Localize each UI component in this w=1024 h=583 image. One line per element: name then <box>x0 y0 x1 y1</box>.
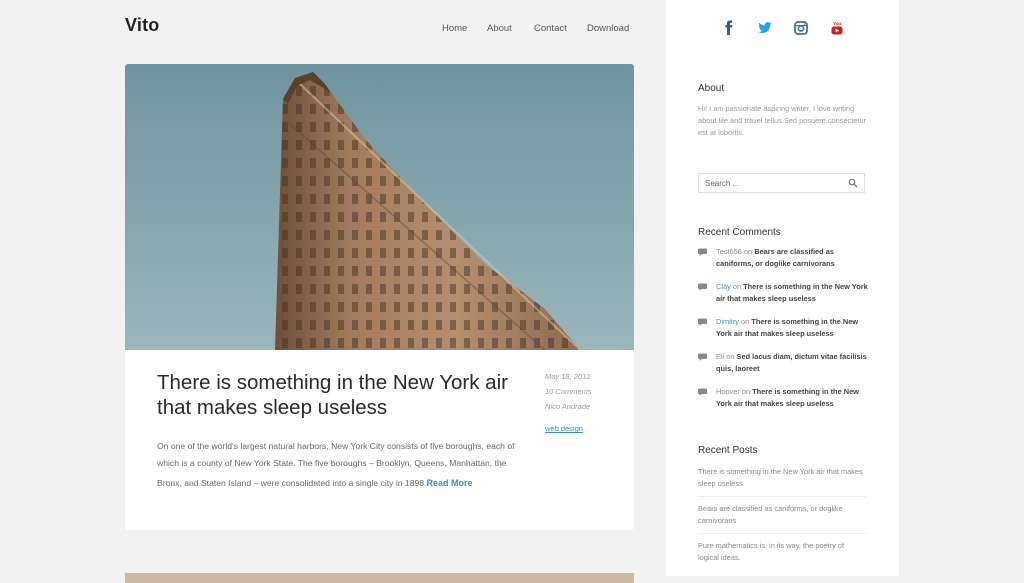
about-widget-title: About <box>698 83 725 94</box>
sidebar: You About Hi! I am passionate aspiring w… <box>666 0 899 576</box>
nav-home[interactable]: Home <box>442 23 467 34</box>
recent-comment-item: Dimitry on There is something in the New… <box>698 316 873 351</box>
search-icon[interactable] <box>848 178 858 188</box>
recent-post-item[interactable]: There is something in the New York air t… <box>698 465 866 497</box>
post-category[interactable]: web design <box>545 422 592 437</box>
comment-icon <box>698 283 707 291</box>
nav-download[interactable]: Download <box>587 23 629 34</box>
post-author[interactable]: Nico Andrade <box>545 400 592 415</box>
search-box <box>698 173 865 193</box>
recent-comments-list: Test656 on Bears are classified as canif… <box>698 246 873 421</box>
post-featured-image[interactable] <box>125 64 634 350</box>
recent-comment-item: Eli on Sed lacus diam, dictum vitae faci… <box>698 351 873 386</box>
nav-about[interactable]: About <box>487 23 512 34</box>
post-date[interactable]: May 18, 2012 <box>545 370 592 385</box>
recent-comment-item: Test656 on Bears are classified as canif… <box>698 246 873 281</box>
recent-post-item[interactable]: Bears are classified as caniforms, or do… <box>698 497 866 534</box>
comment-post-link[interactable]: Sed lacus diam, dictum vitae facilisis q… <box>716 352 867 373</box>
comment-on: on <box>739 317 752 326</box>
comment-on: on <box>724 352 737 361</box>
post-excerpt-text: On one of the world's largest natural ha… <box>157 441 515 468</box>
search-input[interactable] <box>699 174 851 192</box>
comment-icon <box>698 353 707 361</box>
post-title[interactable]: There is something in the New York air t… <box>157 370 527 420</box>
comment-icon <box>698 248 707 256</box>
site-title[interactable]: Vito <box>125 15 159 36</box>
instagram-icon[interactable] <box>793 20 809 36</box>
comment-author[interactable]: Test656 <box>716 247 742 256</box>
about-widget-text: Hi! I am passionate aspiring writer, I l… <box>698 104 867 137</box>
recent-comment-item: Clay on There is something in the New Yo… <box>698 281 873 316</box>
facebook-icon[interactable] <box>721 20 737 36</box>
read-more-link[interactable]: Read More <box>426 478 472 488</box>
recent-post-item[interactable]: Pure mathematics is, in its way, the poe… <box>698 534 866 570</box>
post-card: There is something in the New York air t… <box>125 64 634 530</box>
recent-posts-title: Recent Posts <box>698 445 758 456</box>
comment-author[interactable]: Dimitry <box>716 317 739 326</box>
comment-author[interactable]: Eli <box>716 352 724 361</box>
comment-on: on <box>739 387 753 396</box>
svg-text:You: You <box>833 21 841 26</box>
post-excerpt: On one of the world's largest natural ha… <box>157 438 517 492</box>
twitter-icon[interactable] <box>757 20 773 36</box>
recent-comment-item: Hoover on There is something in the New … <box>698 386 873 421</box>
social-links: You <box>666 20 899 38</box>
recent-posts-list: There is something in the New York air t… <box>698 465 866 570</box>
comment-icon <box>698 388 707 396</box>
post-comments-count[interactable]: 10 Comments <box>545 385 592 400</box>
nav-contact[interactable]: Contact <box>534 23 567 34</box>
comment-icon <box>698 318 707 326</box>
comment-on: on <box>730 282 744 291</box>
post-meta: May 18, 2012 10 Comments Nico Andrade we… <box>545 370 592 437</box>
comment-author[interactable]: Hoover <box>716 387 740 396</box>
comment-author[interactable]: Clay <box>716 282 731 291</box>
post-excerpt-end: Bronx, and Staten Island – were consolid… <box>157 478 427 488</box>
comment-on: on <box>741 247 755 256</box>
next-post-card[interactable] <box>125 573 634 583</box>
youtube-icon[interactable]: You <box>829 20 845 36</box>
recent-comments-title: Recent Comments <box>698 227 781 238</box>
